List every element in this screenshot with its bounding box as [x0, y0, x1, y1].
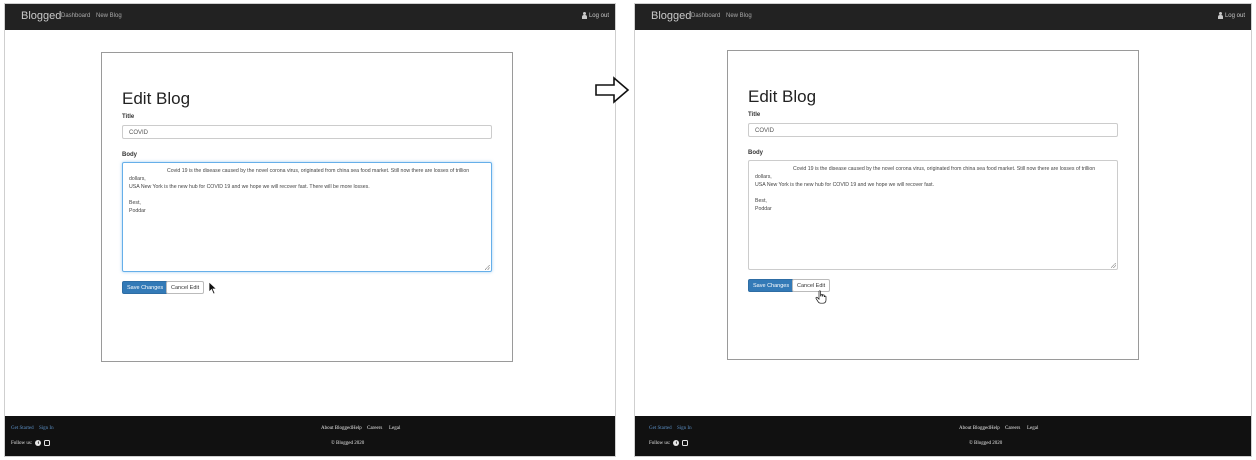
footer-careers-link[interactable]: Careers [367, 426, 382, 431]
title-label: Title [748, 112, 761, 118]
instagram-icon[interactable] [682, 440, 689, 446]
body-label: Body [122, 152, 137, 158]
footer-about-link[interactable]: About Blogged [959, 426, 990, 431]
follow-us: Follow us: f [11, 440, 51, 446]
footer: Get Started Sign In About Blogged Help C… [5, 416, 615, 456]
brand-link[interactable]: Blogged [21, 10, 61, 22]
footer-legal-link[interactable]: Legal [1027, 426, 1038, 431]
nav-new-blog-link[interactable]: New Blog [726, 13, 752, 19]
nav-dashboard-link[interactable]: Dashboard [691, 13, 720, 19]
comparison-stage: Blogged Dashboard New Blog Log out Edit … [0, 0, 1256, 460]
copyright: © Blogged 2020 [969, 441, 1003, 446]
follow-us-label: Follow us: [11, 440, 33, 446]
footer: Get Started Sign In About Blogged Help C… [635, 416, 1251, 456]
body-sign-off-1: Best, [755, 198, 767, 204]
cancel-edit-button[interactable]: Cancel Edit [166, 281, 205, 294]
navbar: Blogged Dashboard New Blog Log out [635, 4, 1251, 30]
title-label: Title [122, 114, 135, 120]
save-changes-button[interactable]: Save Changes [748, 279, 795, 292]
footer-get-started-link[interactable]: Get Started [11, 426, 34, 431]
body-line-2: USA New York is the new hub for COVID 19… [129, 184, 370, 190]
body-line-1: Covid 19 is the disease caused by the no… [129, 168, 470, 182]
facebook-icon[interactable]: f [35, 440, 42, 446]
body-line-1: Covid 19 is the disease caused by the no… [755, 166, 1096, 180]
logout-label: Log out [588, 12, 609, 19]
facebook-icon[interactable]: f [673, 440, 680, 446]
footer-sign-in-link[interactable]: Sign In [39, 426, 54, 431]
footer-help-link[interactable]: Help [352, 426, 362, 431]
nav-new-blog-link[interactable]: New Blog [96, 13, 122, 19]
nav-dashboard-link[interactable]: Dashboard [61, 13, 90, 19]
footer-sign-in-link[interactable]: Sign In [677, 426, 692, 431]
right-arrow-icon [595, 76, 630, 104]
arrow-cursor-icon [208, 281, 218, 295]
resize-handle[interactable] [1111, 263, 1116, 268]
body-label: Body [748, 150, 763, 156]
follow-us: Follow us: f [649, 440, 689, 446]
footer-get-started-link[interactable]: Get Started [649, 426, 672, 431]
save-changes-button[interactable]: Save Changes [122, 281, 169, 294]
screenshot-after: Blogged Dashboard New Blog Log out Edit … [634, 3, 1252, 457]
screenshot-before: Blogged Dashboard New Blog Log out Edit … [4, 3, 616, 457]
instagram-icon[interactable] [44, 440, 51, 446]
navbar: Blogged Dashboard New Blog Log out [5, 4, 615, 30]
title-input[interactable]: COVID [122, 125, 492, 139]
page-title: Edit Blog [122, 89, 191, 108]
footer-help-link[interactable]: Help [990, 426, 1000, 431]
footer-about-link[interactable]: About Blogged [321, 426, 352, 431]
page-title: Edit Blog [748, 87, 817, 106]
hand-cursor-icon [815, 290, 827, 304]
footer-careers-link[interactable]: Careers [1005, 426, 1020, 431]
body-sign-off-1: Best, [129, 200, 141, 206]
user-icon [1217, 12, 1223, 19]
follow-us-label: Follow us: [649, 440, 671, 446]
body-line-2: USA New York is the new hub for COVID 19… [755, 182, 935, 188]
logout-label: Log out [1224, 12, 1245, 19]
brand-link[interactable]: Blogged [651, 10, 691, 22]
edit-blog-card: Edit Blog Title COVID Body Covid 19 is t… [727, 50, 1139, 360]
logout-link[interactable]: Log out [581, 12, 609, 19]
user-icon [581, 12, 587, 19]
footer-legal-link[interactable]: Legal [389, 426, 400, 431]
body-sign-off-2: Poddar [755, 206, 772, 212]
body-textarea[interactable]: Covid 19 is the disease caused by the no… [748, 160, 1118, 270]
body-textarea[interactable]: Covid 19 is the disease caused by the no… [122, 162, 492, 272]
logout-link[interactable]: Log out [1217, 12, 1245, 19]
copyright: © Blogged 2020 [331, 441, 365, 446]
body-sign-off-2: Poddar [129, 208, 146, 214]
resize-handle[interactable] [485, 265, 490, 270]
edit-blog-card: Edit Blog Title COVID Body Covid 19 is t… [101, 52, 513, 362]
title-input[interactable]: COVID [748, 123, 1118, 137]
